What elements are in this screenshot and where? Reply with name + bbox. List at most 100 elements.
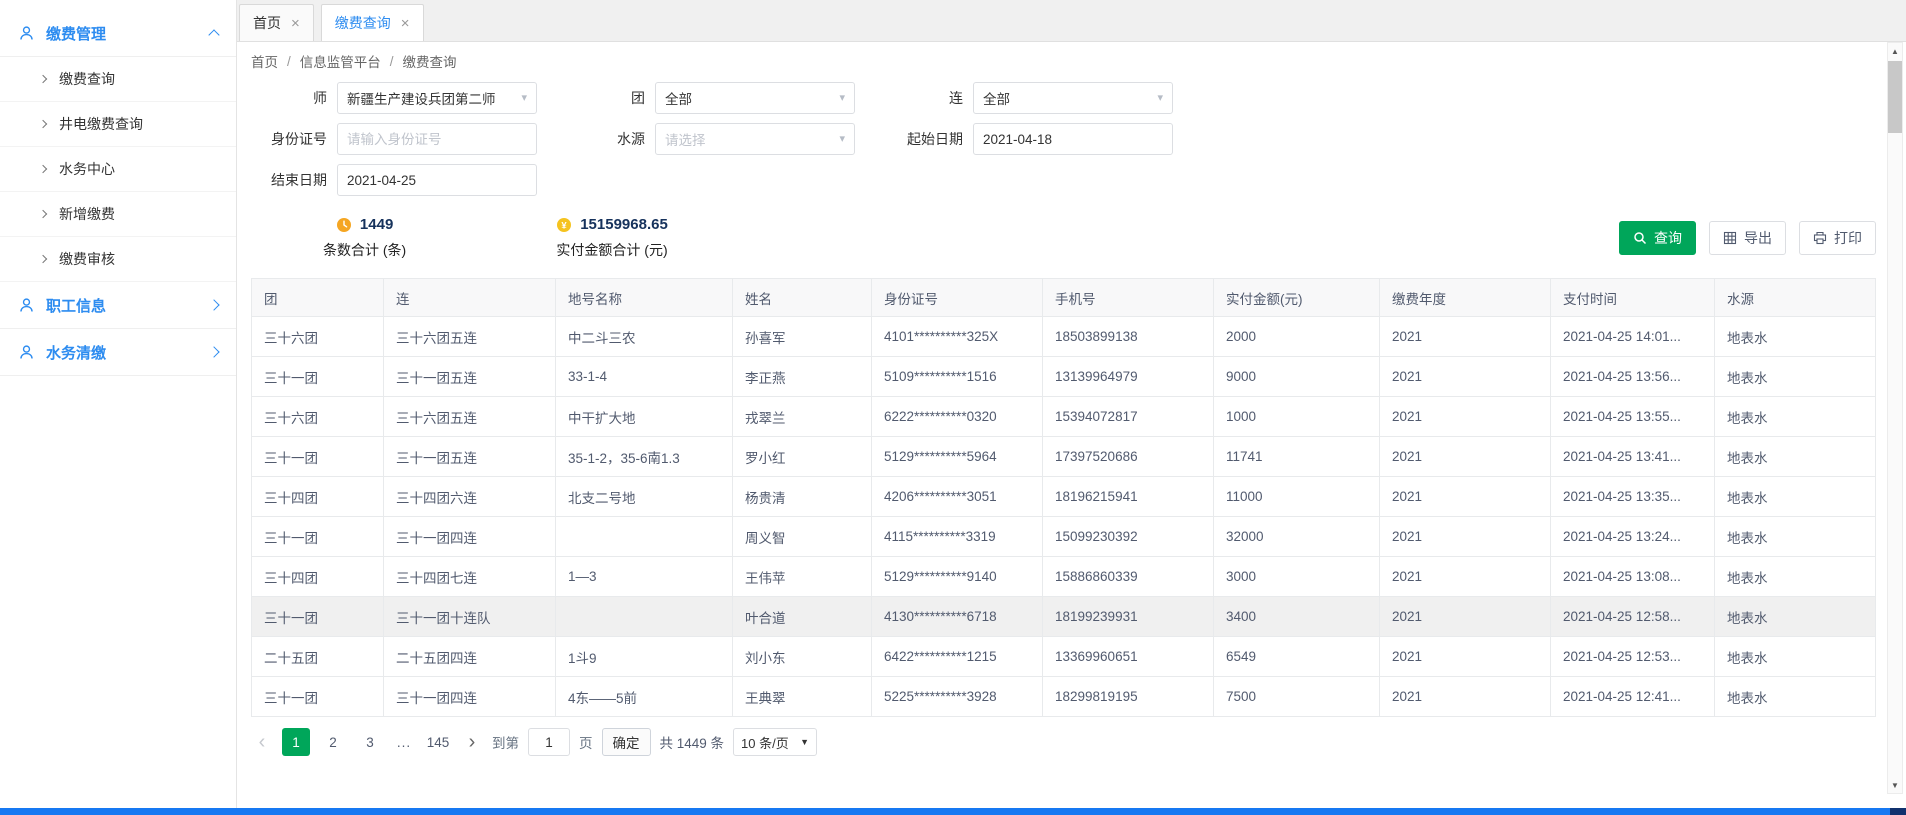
table-cell: 地表水 bbox=[1715, 477, 1876, 517]
column-header: 团 bbox=[252, 279, 384, 317]
table-body: 三十六团三十六团五连中二斗三农孙喜军4101**********325X1850… bbox=[252, 317, 1876, 717]
table-cell: 1斗9 bbox=[556, 637, 733, 677]
company-select[interactable]: 全部 ▾ bbox=[973, 82, 1173, 114]
prev-page-icon[interactable]: ‹ bbox=[251, 731, 273, 753]
field-end-date: 结束日期 bbox=[251, 164, 569, 196]
table-cell: 三十四团七连 bbox=[384, 557, 556, 597]
page-jump-input[interactable] bbox=[528, 728, 570, 756]
sidebar-group-label: 职工信息 bbox=[46, 295, 106, 316]
sidebar-group-staff-info[interactable]: 职工信息 bbox=[0, 282, 236, 329]
tab-home[interactable]: 首页 × bbox=[239, 4, 314, 41]
start-date-input[interactable] bbox=[973, 123, 1173, 155]
sidebar-item-payment-query[interactable]: 缴费查询 bbox=[0, 57, 236, 102]
table-row[interactable]: 三十一团三十一团五连33-1-4李正燕5109**********1516131… bbox=[252, 357, 1876, 397]
sidebar-item-new-payment[interactable]: 新增缴费 bbox=[0, 192, 236, 237]
table-cell: 戎翠兰 bbox=[733, 397, 872, 437]
user-icon bbox=[18, 344, 35, 361]
sidebar-group-label: 水务清缴 bbox=[46, 342, 106, 363]
table-row[interactable]: 三十四团三十四团七连1—3王伟苹5129**********9140158868… bbox=[252, 557, 1876, 597]
sidebar-group-water-clearance[interactable]: 水务清缴 bbox=[0, 329, 236, 376]
page-button[interactable]: 2 bbox=[319, 728, 347, 756]
table-row[interactable]: 三十一团三十一团五连35-1-2，35-6南1.3罗小红5129********… bbox=[252, 437, 1876, 477]
table-cell: 5129**********5964 bbox=[872, 437, 1043, 477]
table-cell: 6222**********0320 bbox=[872, 397, 1043, 437]
table-cell: 18199239931 bbox=[1043, 597, 1214, 637]
chevron-down-icon: ▾ bbox=[1157, 93, 1163, 104]
query-button[interactable]: 查询 bbox=[1619, 221, 1696, 255]
table-cell: 三十一团四连 bbox=[384, 517, 556, 557]
table-row[interactable]: 三十六团三十六团五连中二斗三农孙喜军4101**********325X1850… bbox=[252, 317, 1876, 357]
sidebar-item-label: 缴费查询 bbox=[59, 69, 115, 89]
breadcrumb-home[interactable]: 首页 bbox=[251, 51, 278, 71]
sidebar-item-well-electric-query[interactable]: 井电缴费查询 bbox=[0, 102, 236, 147]
field-water-source: 水源 请选择 ▾ bbox=[569, 123, 887, 155]
sidebar-item-label: 新增缴费 bbox=[59, 204, 115, 224]
select-value: 全部 bbox=[665, 88, 692, 108]
page-ellipsis: ... bbox=[393, 735, 415, 750]
table-cell bbox=[556, 597, 733, 637]
table-cell: 15394072817 bbox=[1043, 397, 1214, 437]
next-page-icon[interactable]: › bbox=[461, 731, 483, 753]
water-source-select[interactable]: 请选择 ▾ bbox=[655, 123, 855, 155]
tab-label: 缴费查询 bbox=[335, 13, 391, 33]
table-cell: 2021-04-25 13:24... bbox=[1551, 517, 1715, 557]
tab-payment-query[interactable]: 缴费查询 × bbox=[321, 4, 424, 41]
field-label: 起始日期 bbox=[887, 129, 973, 149]
export-button[interactable]: 导出 bbox=[1709, 221, 1786, 255]
total-amount-label: 实付金额合计 (元) bbox=[556, 240, 667, 260]
field-label: 团 bbox=[569, 88, 655, 108]
bottom-bar bbox=[0, 808, 1906, 815]
table-cell: 2021 bbox=[1380, 317, 1551, 357]
total-count-stat: 1449 条数合计 (条) bbox=[323, 216, 406, 260]
table-cell: 5225**********3928 bbox=[872, 677, 1043, 717]
table-cell: 2021-04-25 12:53... bbox=[1551, 637, 1715, 677]
table-row[interactable]: 二十五团二十五团四连1斗9刘小东6422**********1215133699… bbox=[252, 637, 1876, 677]
page-button[interactable]: 3 bbox=[356, 728, 384, 756]
field-start-date: 起始日期 bbox=[887, 123, 1205, 155]
table-cell: 三十一团 bbox=[252, 437, 384, 477]
table-cell: 17397520686 bbox=[1043, 437, 1214, 477]
regiment-select[interactable]: 全部 ▾ bbox=[655, 82, 855, 114]
user-icon bbox=[18, 25, 35, 42]
scroll-up-icon[interactable]: ▲ bbox=[1888, 43, 1902, 59]
sidebar-item-water-center[interactable]: 水务中心 bbox=[0, 147, 236, 192]
table-cell: 2021 bbox=[1380, 677, 1551, 717]
confirm-button[interactable]: 确定 bbox=[602, 728, 651, 756]
svg-text:¥: ¥ bbox=[562, 220, 568, 231]
scroll-down-icon[interactable]: ▼ bbox=[1888, 777, 1902, 793]
field-division: 师 新疆生产建设兵团第二师 ▾ bbox=[251, 82, 569, 114]
table-header: 团 连 地号名称 姓名 身份证号 手机号 实付金额(元) 缴费年度 支付时间 水… bbox=[252, 279, 1876, 317]
table-row[interactable]: 三十一团三十一团四连周义智4115**********3319150992303… bbox=[252, 517, 1876, 557]
table-cell: 三十一团五连 bbox=[384, 437, 556, 477]
table-cell: 13369960651 bbox=[1043, 637, 1214, 677]
breadcrumb-separator: / bbox=[287, 54, 291, 69]
table-cell: 三十一团 bbox=[252, 677, 384, 717]
table-row[interactable]: 三十六团三十六团五连中干扩大地戎翠兰6222**********03201539… bbox=[252, 397, 1876, 437]
table-cell: 5109**********1516 bbox=[872, 357, 1043, 397]
table-cell: 地表水 bbox=[1715, 357, 1876, 397]
vertical-scrollbar[interactable]: ▲ ▼ bbox=[1887, 42, 1903, 794]
page-button[interactable]: 145 bbox=[424, 728, 452, 756]
table-cell: 2021 bbox=[1380, 437, 1551, 477]
page-size-select[interactable]: 10 条/页 ▼ bbox=[733, 728, 817, 756]
field-regiment: 团 全部 ▾ bbox=[569, 82, 887, 114]
division-select[interactable]: 新疆生产建设兵团第二师 ▾ bbox=[337, 82, 537, 114]
print-button-label: 打印 bbox=[1834, 228, 1862, 248]
id-number-input[interactable] bbox=[337, 123, 537, 155]
breadcrumb: 首页 / 信息监管平台 / 缴费查询 bbox=[251, 42, 1876, 80]
table-cell: 4130**********6718 bbox=[872, 597, 1043, 637]
tab-label: 首页 bbox=[253, 13, 281, 33]
table-row[interactable]: 三十四团三十四团六连北支二号地杨贵清4206**********30511819… bbox=[252, 477, 1876, 517]
scrollbar-thumb[interactable] bbox=[1888, 61, 1902, 133]
table-row[interactable]: 三十一团三十一团十连队叶合道4130**********671818199239… bbox=[252, 597, 1876, 637]
breadcrumb-platform[interactable]: 信息监管平台 bbox=[300, 51, 381, 71]
print-button[interactable]: 打印 bbox=[1799, 221, 1876, 255]
end-date-input[interactable] bbox=[337, 164, 537, 196]
sidebar-item-payment-audit[interactable]: 缴费审核 bbox=[0, 237, 236, 282]
sidebar-group-payment-management[interactable]: 缴费管理 bbox=[0, 10, 236, 57]
field-company: 连 全部 ▾ bbox=[887, 82, 1205, 114]
table-row[interactable]: 三十一团三十一团四连4东——5前王典翠5225**********3928182… bbox=[252, 677, 1876, 717]
close-icon[interactable]: × bbox=[401, 16, 410, 31]
close-icon[interactable]: × bbox=[291, 16, 300, 31]
page-button[interactable]: 1 bbox=[282, 728, 310, 756]
